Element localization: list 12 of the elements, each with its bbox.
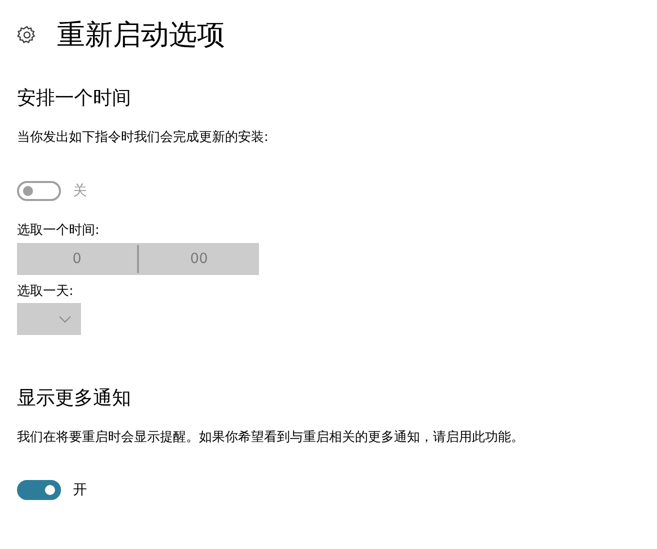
section-heading: 安排一个时间 — [17, 86, 132, 111]
field-label: 选取一天: — [17, 283, 74, 300]
description-text: 我们在将要重启时会显示提醒。如果你希望看到与重启相关的更多通知，请启用此功能。 — [17, 429, 525, 447]
settings-icon — [17, 25, 37, 45]
toggle-label: 关 — [73, 182, 87, 200]
description-text: 当你发出如下指令时我们会完成更新的安装: — [17, 129, 270, 147]
toggle-switch[interactable] — [17, 480, 61, 500]
field-label: 选取一个时间: — [17, 222, 100, 239]
chevron-down-icon — [59, 316, 71, 322]
page-title: 重新启动选项 — [57, 17, 225, 53]
toggle-label: 开 — [73, 481, 87, 499]
section-heading: 显示更多通知 — [17, 386, 132, 411]
